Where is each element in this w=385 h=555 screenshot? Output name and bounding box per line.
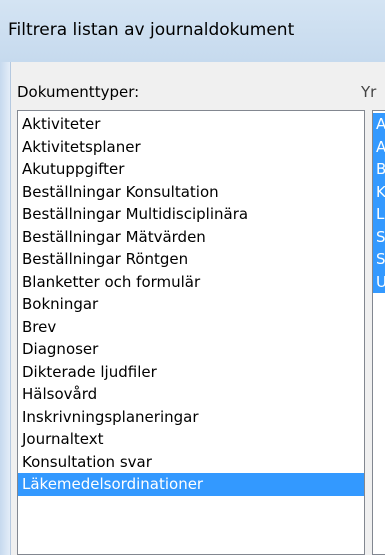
document-type-item[interactable]: Beställningar Multidisciplinära: [18, 203, 364, 226]
document-type-item[interactable]: Blanketter och formulär: [18, 271, 364, 294]
profession-item[interactable]: K: [373, 180, 385, 203]
filter-dialog: Filtrera listan av journaldokument Dokum…: [0, 0, 385, 555]
document-type-item[interactable]: Aktiviteter: [18, 113, 364, 136]
profession-item[interactable]: A: [373, 135, 385, 158]
profession-item[interactable]: S: [373, 225, 385, 248]
profession-item[interactable]: A: [373, 113, 385, 136]
profession-item[interactable]: S: [373, 248, 385, 271]
document-type-item[interactable]: Beställningar Mätvärden: [18, 226, 364, 249]
document-types-label: Dokumenttyper:: [17, 83, 140, 101]
profession-item[interactable]: L: [373, 203, 385, 226]
profession-item[interactable]: U: [373, 270, 385, 293]
document-type-item[interactable]: Akutuppgifter: [18, 158, 364, 181]
window-title: Filtrera listan av journaldokument: [8, 20, 295, 40]
document-types-listbox[interactable]: Aktiviteter Aktivitetsplaner Akutuppgifter…: [17, 110, 365, 555]
document-type-item[interactable]: Bokningar: [18, 293, 364, 316]
window-frame-left: [0, 62, 11, 555]
document-type-item[interactable]: Brev: [18, 316, 364, 339]
document-type-item[interactable]: Konsultation svar: [18, 451, 364, 474]
document-type-item[interactable]: Diagnoser: [18, 338, 364, 361]
document-type-item[interactable]: Aktivitetsplaner: [18, 136, 364, 159]
document-type-item[interactable]: Läkemedelsordinationer: [18, 473, 364, 496]
professions-list: AABKLSSU: [373, 111, 385, 293]
dialog-content: Dokumenttyper: Yr Aktiviteter Aktivitetsp…: [11, 62, 385, 555]
document-type-item[interactable]: Beställningar Röntgen: [18, 248, 364, 271]
profession-item[interactable]: B: [373, 158, 385, 181]
document-type-item[interactable]: Inskrivningsplaneringar: [18, 406, 364, 429]
document-types-list: Aktiviteter Aktivitetsplaner Akutuppgifter…: [18, 111, 364, 496]
document-type-item[interactable]: Journaltext: [18, 428, 364, 451]
document-type-item[interactable]: Hälsovård: [18, 383, 364, 406]
document-type-item[interactable]: Beställningar Konsultation: [18, 181, 364, 204]
professions-listbox[interactable]: AABKLSSU: [372, 110, 385, 555]
title-bar[interactable]: Filtrera listan av journaldokument: [0, 0, 385, 63]
document-type-item[interactable]: Dikterade ljudfiler: [18, 361, 364, 384]
professions-label: Yr: [361, 83, 377, 101]
